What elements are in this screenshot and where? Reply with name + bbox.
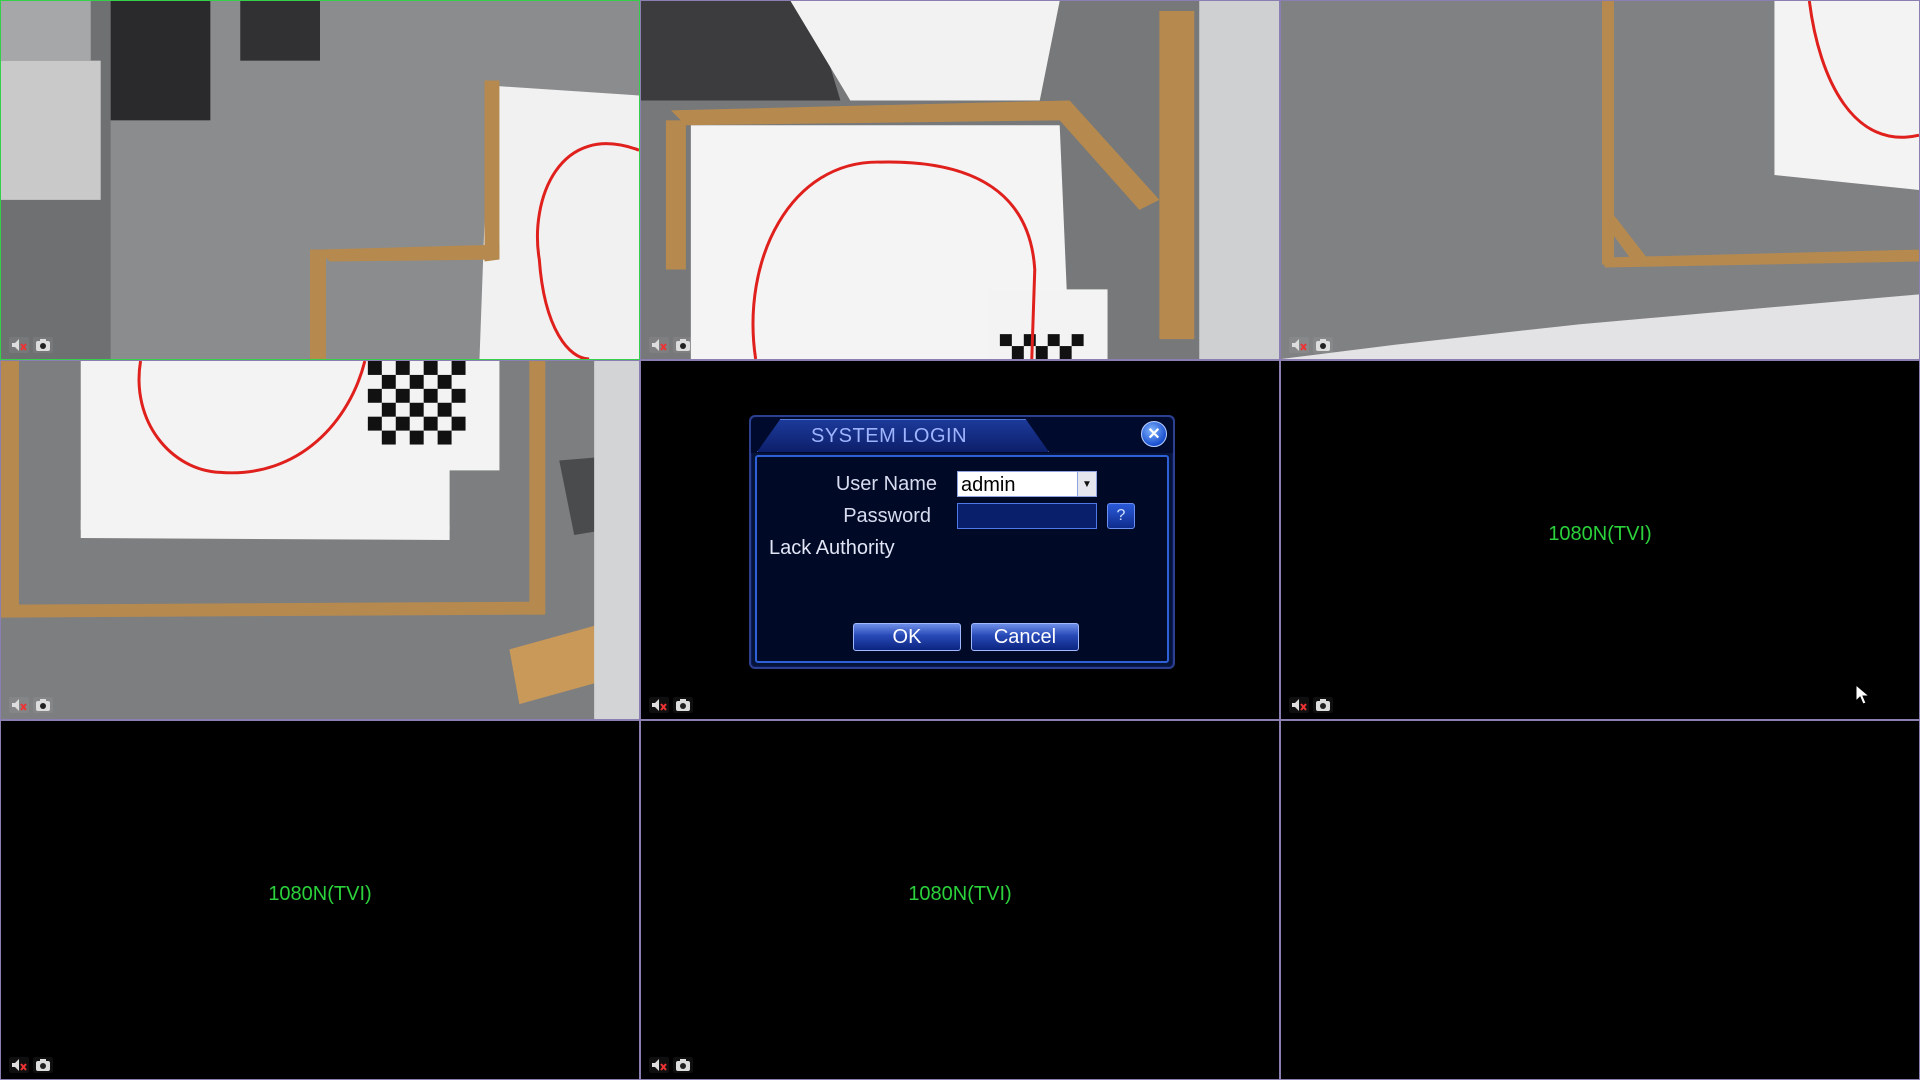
mute-speaker-icon[interactable] <box>649 697 669 713</box>
camera-tile-8[interactable]: 1080N(TVI) <box>640 720 1280 1080</box>
tile-icons <box>1289 697 1333 713</box>
camera-feed-3 <box>1281 1 1919 359</box>
camera-snapshot-icon[interactable] <box>673 1057 693 1073</box>
camera-tile-1[interactable] <box>0 0 640 360</box>
camera-feed-1 <box>1 1 639 359</box>
mute-speaker-icon[interactable] <box>649 1057 669 1073</box>
user-name-label: User Name <box>835 473 937 495</box>
mute-speaker-icon[interactable] <box>649 337 669 353</box>
cancel-button[interactable]: Cancel <box>971 623 1079 651</box>
system-login-dialog: SYSTEM LOGIN ✕ User Name admin ▼ Passwor… <box>749 415 1175 669</box>
camera-tile-6[interactable]: 1080N(TVI) <box>1280 360 1920 720</box>
status-message: Lack Authority <box>769 537 895 559</box>
tile-icons <box>9 697 53 713</box>
user-name-value: admin <box>961 474 1016 496</box>
mute-speaker-icon[interactable] <box>9 337 29 353</box>
camera-snapshot-icon[interactable] <box>1313 697 1333 713</box>
mute-speaker-icon[interactable] <box>1289 337 1309 353</box>
tile-icons <box>649 1057 693 1073</box>
dialog-titlebar: SYSTEM LOGIN ✕ <box>751 417 1173 453</box>
camera-tile-9[interactable] <box>1280 720 1920 1080</box>
camera-tile-4[interactable] <box>0 360 640 720</box>
camera-snapshot-icon[interactable] <box>33 697 53 713</box>
camera-snapshot-icon[interactable] <box>33 337 53 353</box>
camera-tile-7[interactable]: 1080N(TVI) <box>0 720 640 1080</box>
user-name-select[interactable]: admin ▼ <box>957 471 1097 497</box>
camera-snapshot-icon[interactable] <box>1313 337 1333 353</box>
close-icon[interactable]: ✕ <box>1141 421 1167 447</box>
help-button[interactable]: ? <box>1107 503 1135 529</box>
tile-icons <box>1289 337 1333 353</box>
dialog-body: User Name admin ▼ Password ? Lack Author… <box>755 455 1169 663</box>
channel-format-label: 1080N(TVI) <box>268 883 372 905</box>
channel-format-label: 1080N(TVI) <box>1548 523 1652 545</box>
camera-tile-2[interactable] <box>640 0 1280 360</box>
camera-snapshot-icon[interactable] <box>673 697 693 713</box>
camera-tile-3[interactable] <box>1280 0 1920 360</box>
channel-format-label: 1080N(TVI) <box>908 883 1012 905</box>
camera-feed-2 <box>641 1 1279 359</box>
tile-icons <box>9 337 53 353</box>
mouse-pointer-icon <box>1855 684 1871 705</box>
mute-speaker-icon[interactable] <box>9 1057 29 1073</box>
mute-speaker-icon[interactable] <box>9 697 29 713</box>
camera-snapshot-icon[interactable] <box>673 337 693 353</box>
tile-icons <box>649 337 693 353</box>
password-field[interactable] <box>957 503 1097 529</box>
tile-icons <box>9 1057 53 1073</box>
ok-button[interactable]: OK <box>853 623 961 651</box>
dialog-title: SYSTEM LOGIN <box>811 425 968 447</box>
camera-feed-4 <box>1 361 639 719</box>
password-label: Password <box>843 505 931 527</box>
chevron-down-icon[interactable]: ▼ <box>1077 472 1096 496</box>
tile-icons <box>649 697 693 713</box>
mute-speaker-icon[interactable] <box>1289 697 1309 713</box>
camera-snapshot-icon[interactable] <box>33 1057 53 1073</box>
